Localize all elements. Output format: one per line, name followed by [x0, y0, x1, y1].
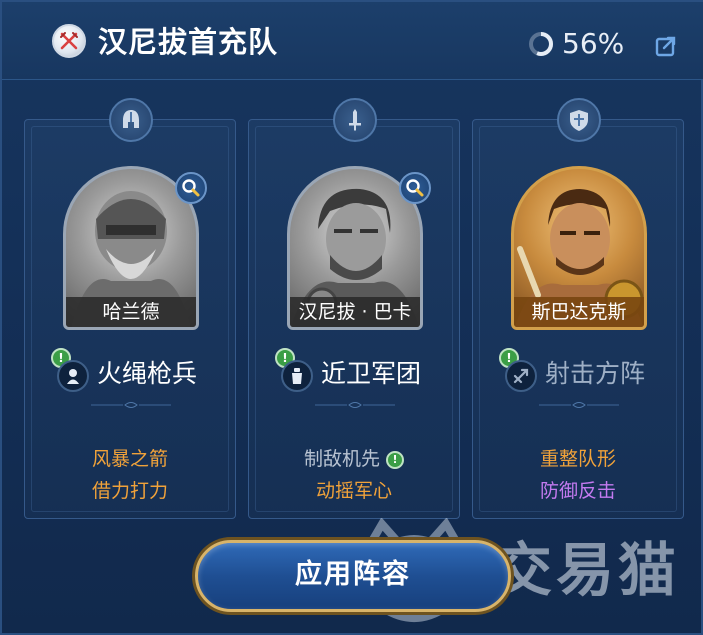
unit-row[interactable]: ! 火绳枪兵 — [25, 348, 235, 392]
hero-name: 斯巴达克斯 — [514, 297, 644, 327]
apply-lineup-button[interactable]: 应用阵容 — [195, 540, 511, 612]
team-name[interactable]: 汉尼拔首充队 — [98, 24, 278, 60]
shield-icon — [557, 98, 601, 142]
unit-name: 射击方阵 — [545, 359, 646, 388]
crossed-swords-icon — [52, 24, 86, 58]
divider-ornament — [539, 402, 619, 408]
search-icon[interactable] — [175, 172, 207, 204]
progress-ring-icon — [529, 32, 553, 56]
skill-2[interactable]: 借力打力 — [25, 478, 235, 504]
skill-1[interactable]: 重整队形 — [473, 446, 683, 472]
skill-2[interactable]: 防御反击 — [473, 478, 683, 504]
guard-icon — [281, 360, 313, 392]
hero-name: 汉尼拔 · 巴卡 — [290, 297, 420, 327]
divider-ornament — [315, 402, 395, 408]
panel-header: 汉尼拔首充队 56% — [2, 2, 703, 80]
team-panel: 汉尼拔首充队 56% 哈兰德 ! 火绳枪兵 风暴之箭 借力打力 汉尼拔 · 巴卡… — [0, 0, 703, 635]
skill-1[interactable]: 风暴之箭 — [25, 446, 235, 472]
unit-row[interactable]: ! 近卫军团 — [249, 348, 459, 392]
archer-formation-icon — [505, 360, 537, 392]
unit-name: 火绳枪兵 — [97, 359, 198, 388]
progress-percentage: 56% — [562, 27, 625, 60]
hero-card-3[interactable]: 斯巴达克斯 ! 射击方阵 重整队形 防御反击 — [472, 98, 684, 519]
watermark-text: 交易猫 — [494, 536, 681, 604]
hero-card-1[interactable]: 哈兰德 ! 火绳枪兵 风暴之箭 借力打力 — [24, 98, 236, 519]
skill-2[interactable]: 动摇军心 — [249, 478, 459, 504]
share-icon[interactable] — [654, 34, 678, 58]
skill-label: 制敌机先 — [303, 448, 380, 470]
unit-name: 近卫军团 — [321, 359, 422, 388]
skill-1[interactable]: 制敌机先! — [249, 446, 459, 472]
hero-name: 哈兰德 — [66, 297, 196, 327]
unit-row[interactable]: ! 射击方阵 — [473, 348, 683, 392]
musketeer-icon — [57, 360, 89, 392]
warning-badge: ! — [386, 451, 404, 469]
hero-card-2[interactable]: 汉尼拔 · 巴卡 ! 近卫军团 制敌机先! 动摇军心 — [248, 98, 460, 519]
hero-portrait[interactable]: 斯巴达克斯 — [511, 166, 647, 330]
helmet-icon — [109, 98, 153, 142]
search-icon[interactable] — [399, 172, 431, 204]
sword-icon — [333, 98, 377, 142]
divider-ornament — [91, 402, 171, 408]
